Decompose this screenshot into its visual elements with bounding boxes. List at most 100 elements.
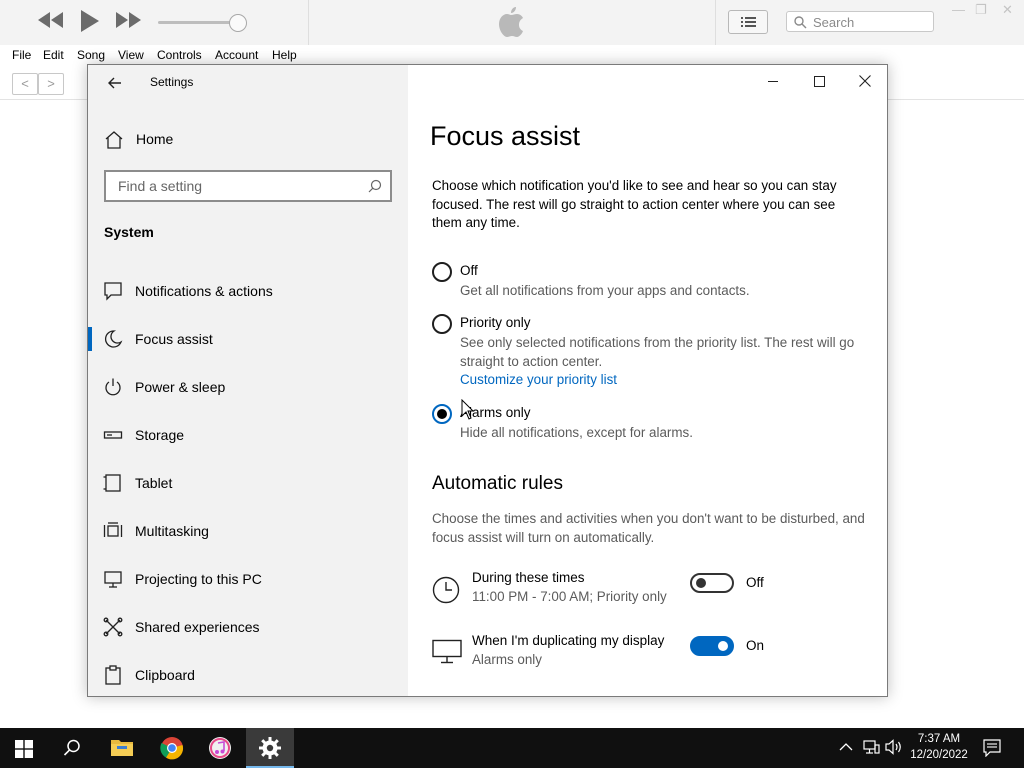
play-icon[interactable] [80, 9, 100, 39]
rule-duplicating-display[interactable]: When I'm duplicating my display Alarms o… [432, 633, 872, 677]
tablet-icon [103, 474, 121, 492]
storage-icon [103, 431, 123, 439]
sidebar-item-tablet[interactable]: Tablet [88, 459, 408, 507]
sidebar-item-label: Projecting to this PC [135, 571, 262, 587]
rule-subtitle: Alarms only [472, 652, 542, 667]
settings-sidebar: Settings Home System Notifications & act… [88, 65, 408, 696]
close-icon [859, 75, 871, 87]
taskbar-file-explorer[interactable] [98, 728, 146, 768]
taskbar: 7:37 AM 12/20/2022 [0, 728, 1024, 768]
mouse-cursor-icon [461, 399, 475, 420]
rule-title: When I'm duplicating my display [472, 633, 665, 648]
home-icon[interactable] [104, 129, 124, 151]
rule-title: During these times [472, 570, 585, 585]
restore-icon[interactable]: ❐ [975, 2, 987, 18]
menu-file[interactable]: File [12, 48, 31, 62]
sidebar-item-label: Power & sleep [135, 379, 226, 395]
volume-icon[interactable] [885, 739, 903, 755]
sidebar-item-multitasking[interactable]: Multitasking [88, 507, 408, 555]
section-label: System [104, 224, 154, 240]
rule-subtitle: 11:00 PM - 7:00 AM; Priority only [472, 589, 667, 604]
sidebar-item-shared-experiences[interactable]: Shared experiences [88, 603, 408, 651]
sidebar-item-label: Notifications & actions [135, 283, 273, 299]
back-nav-button[interactable]: < [12, 73, 38, 95]
moon-icon [105, 330, 123, 348]
power-icon [105, 378, 121, 396]
sidebar-item-projecting[interactable]: Projecting to this PC [88, 555, 408, 603]
menu-account[interactable]: Account [215, 48, 258, 62]
sidebar-item-label: Multitasking [135, 523, 209, 539]
itunes-search-placeholder: Search [813, 15, 855, 30]
maximize-icon [814, 76, 825, 87]
search-icon [368, 179, 382, 193]
clock-icon [432, 576, 460, 604]
windows-logo-icon [15, 740, 33, 758]
option-description: Get all notifications from your apps and… [460, 283, 750, 298]
start-button[interactable] [0, 728, 48, 768]
forward-nav-button[interactable]: > [38, 73, 64, 95]
maximize-button[interactable] [796, 65, 842, 97]
sidebar-item-label: Clipboard [135, 667, 195, 683]
customize-priority-list-link[interactable]: Customize your priority list [460, 372, 617, 387]
option-label: Off [460, 263, 478, 278]
action-center-icon[interactable] [983, 739, 1001, 757]
itunes-toolbar: Search — ❐ ✕ [0, 0, 1024, 46]
menu-help[interactable]: Help [272, 48, 297, 62]
close-button[interactable] [842, 65, 887, 97]
toolbar-divider [715, 0, 716, 45]
sidebar-item-notifications[interactable]: Notifications & actions [88, 267, 408, 315]
taskbar-clock[interactable]: 7:37 AM 12/20/2022 [902, 731, 976, 763]
itunes-icon [209, 737, 231, 759]
menu-controls[interactable]: Controls [157, 48, 202, 62]
menu-edit[interactable]: Edit [43, 48, 64, 62]
rewind-icon[interactable] [38, 10, 64, 34]
find-setting-input[interactable] [116, 177, 360, 195]
gear-icon [259, 737, 281, 759]
itunes-search-input[interactable]: Search [786, 11, 934, 32]
network-icon[interactable] [862, 739, 880, 755]
volume-slider[interactable] [158, 21, 236, 24]
sidebar-item-storage[interactable]: Storage [88, 411, 408, 459]
sidebar-item-power-sleep[interactable]: Power & sleep [88, 363, 408, 411]
clock-date: 12/20/2022 [910, 749, 968, 761]
option-label: Priority only [460, 315, 531, 330]
toggle-state: On [746, 638, 765, 653]
radio-priority-only[interactable] [432, 314, 452, 334]
taskbar-chrome[interactable] [148, 728, 196, 768]
option-description: Hide all notifications, except for alarm… [460, 425, 693, 440]
folder-icon [111, 740, 133, 756]
taskbar-itunes[interactable] [196, 728, 244, 768]
window-title: Settings [150, 75, 194, 89]
minimize-button[interactable] [750, 65, 796, 97]
rule-during-these-times[interactable]: During these times 11:00 PM - 7:00 AM; P… [432, 570, 872, 614]
radio-alarms-only[interactable] [432, 404, 452, 424]
close-icon[interactable]: ✕ [1002, 2, 1013, 18]
back-arrow-icon[interactable] [105, 73, 125, 93]
page-description: Choose which notification you'd like to … [432, 178, 837, 230]
menu-song[interactable]: Song [77, 48, 105, 62]
fast-forward-icon[interactable] [115, 10, 141, 34]
minimize-icon[interactable]: — [952, 2, 965, 17]
sidebar-item-focus-assist[interactable]: Focus assist [88, 315, 408, 363]
home-link[interactable]: Home [136, 131, 173, 147]
duplicating-display-toggle[interactable] [690, 636, 734, 656]
shared-icon [103, 617, 123, 637]
toggle-state: Off [746, 575, 764, 590]
list-view-button[interactable] [728, 10, 768, 34]
notification-icon [104, 282, 122, 301]
find-setting-search[interactable] [104, 170, 392, 202]
multitasking-icon [103, 522, 123, 537]
clipboard-icon [105, 665, 121, 685]
taskbar-search-button[interactable] [48, 728, 96, 768]
sidebar-item-clipboard[interactable]: Clipboard [88, 651, 408, 699]
volume-slider-knob[interactable] [229, 14, 247, 32]
chevron-up-icon[interactable] [839, 742, 853, 752]
menu-view[interactable]: View [118, 48, 144, 62]
settings-window: Settings Home System Notifications & act… [87, 64, 888, 697]
sidebar-item-label: Shared experiences [135, 619, 260, 635]
apple-logo-icon [497, 6, 525, 43]
during-these-times-toggle[interactable] [690, 573, 734, 593]
automatic-rules-heading: Automatic rules [432, 473, 563, 494]
radio-off[interactable] [432, 262, 452, 282]
taskbar-settings[interactable] [246, 728, 294, 768]
